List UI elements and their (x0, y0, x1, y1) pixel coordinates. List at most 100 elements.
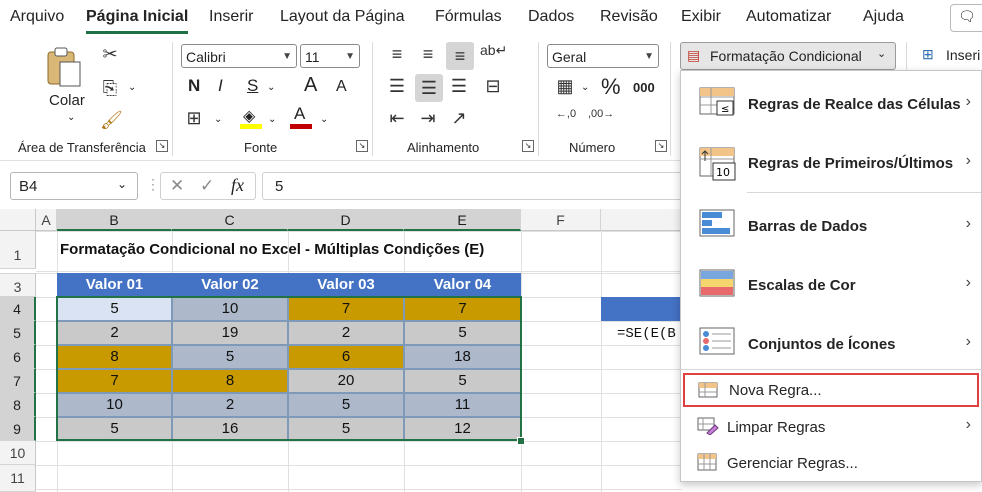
table-cell[interactable]: 16 (172, 417, 288, 441)
tab-revisao[interactable]: Revisão (600, 8, 658, 26)
table-cell[interactable]: 12 (404, 417, 521, 441)
table-cell[interactable]: 5 (404, 321, 521, 345)
currency-chevron-icon[interactable]: ⌄ (581, 82, 589, 93)
menu-item-new-rule[interactable]: Nova Regra... (683, 373, 979, 407)
thousands-button[interactable]: 000 (633, 80, 655, 95)
table-header-valor-04[interactable]: Valor 04 (404, 273, 521, 297)
format-painter-icon[interactable]: 🖌 (100, 110, 123, 131)
table-cell[interactable]: 5 (288, 393, 404, 417)
table-header-valor-01[interactable]: Valor 01 (57, 273, 172, 297)
table-cell[interactable]: 5 (57, 417, 172, 441)
select-all-corner[interactable] (0, 209, 36, 231)
menu-item-icon-sets[interactable]: Conjuntos de Ícones › (681, 313, 981, 371)
table-cell[interactable]: 7 (288, 297, 404, 321)
table-cell[interactable]: 20 (288, 369, 404, 393)
table-cell[interactable]: 7 (404, 297, 521, 321)
tab-layout-da-pagina[interactable]: Layout da Página (280, 8, 405, 26)
italic-button[interactable]: I (218, 76, 223, 96)
tab-formulas[interactable]: Fórmulas (435, 8, 502, 26)
cancel-icon[interactable]: ✕ (170, 176, 184, 196)
wrap-text-icon[interactable]: ab↵ (480, 42, 507, 59)
font-color-chevron-icon[interactable]: ⌄ (320, 114, 328, 125)
fill-chevron-icon[interactable]: ⌄ (268, 114, 276, 125)
clipboard-launcher-icon[interactable]: ↘ (156, 140, 168, 152)
paste-button[interactable] (44, 44, 88, 92)
underline-button[interactable]: S (247, 76, 258, 96)
font-size-combo[interactable]: 11 ▼ (300, 44, 360, 68)
increase-indent-icon[interactable]: ⇥ (417, 108, 439, 129)
borders-icon[interactable]: ⊞ (184, 108, 204, 129)
column-header-g[interactable] (601, 209, 682, 231)
column-header-c[interactable]: C (172, 209, 288, 231)
row-header-6[interactable]: 6 (0, 345, 36, 369)
row-header-1[interactable]: 1 (0, 231, 36, 269)
tab-inserir[interactable]: Inserir (209, 8, 253, 26)
number-format-combo[interactable]: Geral ▼ (547, 44, 659, 68)
menu-item-clear-rules[interactable]: Limpar Regras › (681, 409, 981, 445)
table-header-valor-02[interactable]: Valor 02 (172, 273, 288, 297)
align-center-icon[interactable]: ☰ (415, 74, 443, 102)
merge-center-icon[interactable]: ⊟ (482, 76, 504, 97)
table-cell[interactable]: 5 (288, 417, 404, 441)
formula-cell-text[interactable]: =SE(E(B (617, 326, 676, 342)
table-cell[interactable]: 2 (172, 393, 288, 417)
table-cell[interactable]: 2 (57, 321, 172, 345)
column-header-a[interactable]: A (36, 209, 57, 231)
fill-handle[interactable] (517, 437, 525, 445)
font-name-combo[interactable]: Calibri ▼ (181, 44, 297, 68)
increase-decimal-icon[interactable]: ←,0 (555, 108, 577, 120)
decrease-decimal-icon[interactable]: ,00→ (588, 108, 614, 120)
table-cell[interactable]: 6 (288, 345, 404, 369)
paste-chevron-icon[interactable]: ⌄ (67, 112, 75, 123)
row-header-9[interactable]: 9 (0, 417, 36, 441)
column-header-d[interactable]: D (288, 209, 404, 231)
table-cell[interactable]: 11 (404, 393, 521, 417)
comments-button[interactable]: 🗨 (950, 4, 982, 32)
grow-font-button[interactable]: A (304, 74, 317, 97)
column-header-f[interactable]: F (521, 209, 601, 231)
column-header-b[interactable]: B (57, 209, 172, 231)
tab-pagina-inicial[interactable]: Página Inicial (86, 8, 189, 34)
table-cell[interactable]: 8 (57, 345, 172, 369)
row-header-11[interactable]: 11 (0, 465, 36, 492)
cut-icon[interactable]: ✂ (100, 44, 120, 65)
bold-button[interactable]: N (188, 76, 200, 96)
row-header-8[interactable]: 8 (0, 393, 36, 417)
menu-item-highlight-cell-rules[interactable]: ≤ Regras de Realce das Células › (681, 71, 981, 133)
menu-item-color-scales[interactable]: Escalas de Cor › (681, 255, 981, 313)
table-cell[interactable]: 10 (172, 297, 288, 321)
font-color-button[interactable]: A (290, 104, 314, 130)
number-launcher-icon[interactable]: ↘ (655, 140, 667, 152)
tab-arquivo[interactable]: Arquivo (10, 8, 64, 26)
insert-cells-icon[interactable]: ⊞ (922, 46, 934, 63)
borders-chevron-icon[interactable]: ⌄ (214, 114, 222, 125)
table-header-valor-03[interactable]: Valor 03 (288, 273, 404, 297)
enter-icon[interactable]: ✓ (200, 176, 214, 196)
row-header-3[interactable]: 3 (0, 273, 36, 297)
row-header-7[interactable]: 7 (0, 369, 36, 393)
column-header-e[interactable]: E (404, 209, 521, 231)
table-cell[interactable]: 5 (172, 345, 288, 369)
percent-button[interactable]: % (601, 74, 621, 100)
align-bottom-icon[interactable]: ≡ (446, 42, 474, 70)
insert-function-icon[interactable]: fx (231, 175, 244, 196)
row-header-4[interactable]: 4 (0, 297, 36, 321)
table-cell[interactable]: 19 (172, 321, 288, 345)
align-top-icon[interactable]: ≡ (386, 44, 408, 65)
alignment-launcher-icon[interactable]: ↘ (522, 140, 534, 152)
tab-dados[interactable]: Dados (528, 8, 574, 26)
align-middle-icon[interactable]: ≡ (417, 44, 439, 65)
conditional-formatting-button[interactable]: ▤ Formatação Condicional ⌄ (680, 42, 896, 70)
table-cell[interactable]: 8 (172, 369, 288, 393)
align-right-icon[interactable]: ☰ (448, 76, 470, 97)
table-cell[interactable]: 7 (57, 369, 172, 393)
table-cell[interactable]: 5 (57, 297, 172, 321)
row-header-10[interactable]: 10 (0, 441, 36, 465)
currency-icon[interactable]: ▦ (553, 76, 577, 97)
header-cell-g3[interactable] (601, 297, 682, 321)
row-header-5[interactable]: 5 (0, 321, 36, 345)
copy-icon[interactable]: ⎘ (100, 78, 120, 99)
table-cell[interactable]: 18 (404, 345, 521, 369)
menu-item-top-bottom-rules[interactable]: 10 Regras de Primeiros/Últimos › (681, 133, 981, 191)
decrease-indent-icon[interactable]: ⇤ (386, 108, 408, 129)
